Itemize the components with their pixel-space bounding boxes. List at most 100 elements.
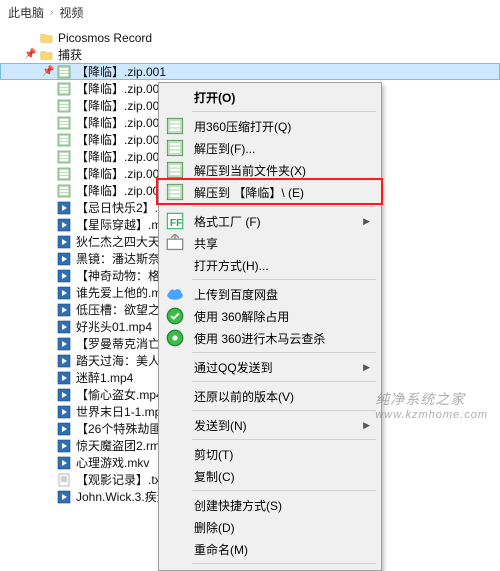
context-menu: 打开(O) 用360压缩打开(Q) 解压到(F)... 解压到当前文件夹(X) 解压到… (158, 82, 382, 571)
vid-icon (56, 269, 72, 283)
menu-item[interactable]: 重命名(M) (162, 538, 378, 560)
menu-item[interactable]: 解压到当前文件夹(X) (162, 159, 378, 181)
file-name: 【愉心盗女.mp4 (76, 386, 163, 403)
vid-icon (56, 235, 72, 249)
file-name: 心理游戏.mkv (76, 454, 149, 471)
folder-name: 捕获 (58, 46, 82, 63)
menu-item[interactable]: 发送到(N) (162, 414, 378, 436)
sh2-icon (166, 330, 184, 346)
zip-icon (56, 184, 72, 198)
menu-separator (192, 111, 376, 112)
chevron-right-icon: › (50, 7, 53, 18)
menu-item[interactable]: 还原以前的版本(V) (162, 385, 378, 407)
pin-icon: 📌 (42, 66, 52, 77)
menu-item-label: 共享 (194, 235, 218, 252)
zip-icon (56, 65, 72, 79)
watermark: 纯净系统之家 www.kzmhome.com (375, 389, 488, 421)
zip-icon (166, 162, 184, 178)
file-name: 好兆头01.mp4 (76, 318, 152, 335)
txt-icon (56, 473, 72, 487)
file-name: 【降临】.zip.007 (76, 165, 166, 182)
vid-icon (56, 422, 72, 436)
menu-item[interactable]: 使用 360解除占用 (162, 305, 378, 327)
folder-name: Picosmos Record (58, 31, 152, 45)
file-name: 【降临】.zip.004 (76, 114, 166, 131)
file-name: 迷醉1.mp4 (76, 369, 133, 386)
menu-item[interactable]: 剪切(T) (162, 443, 378, 465)
file-name: 【降临】.zip.006 (76, 148, 166, 165)
file-name: 【观影记录】.txt (76, 471, 164, 488)
menu-item[interactable]: 上传到百度网盘 (162, 283, 378, 305)
folder-icon (38, 48, 54, 62)
menu-open[interactable]: 打开(O) (162, 86, 378, 108)
share-icon (166, 235, 184, 251)
cloud-icon (166, 286, 184, 302)
zip-icon (56, 116, 72, 130)
menu-item-label: 剪切(T) (194, 446, 233, 463)
menu-item-label: 通过QQ发送到 (194, 359, 273, 376)
menu-item-label: 解压到当前文件夹(X) (194, 162, 306, 179)
menu-item-label: 使用 360进行木马云查杀 (194, 330, 325, 347)
vid-icon (56, 337, 72, 351)
file-row-selected[interactable]: 📌 【降临】.zip.001 (0, 63, 500, 80)
menu-item[interactable]: 通过QQ发送到 (162, 356, 378, 378)
menu-item[interactable]: 共享 (162, 232, 378, 254)
menu-item-label: 发送到(N) (194, 417, 247, 434)
zip-icon (56, 133, 72, 147)
menu-item-label: 打开方式(H)... (194, 257, 269, 274)
zip-icon (166, 184, 184, 200)
menu-separator (192, 439, 376, 440)
menu-item-label: 使用 360解除占用 (194, 308, 289, 325)
menu-item-label: 复制(C) (194, 468, 235, 485)
menu-item-label: 创建快捷方式(S) (194, 497, 282, 514)
menu-item[interactable]: 格式工厂 (F) (162, 210, 378, 232)
menu-item[interactable]: 打开方式(H)... (162, 254, 378, 276)
menu-separator (192, 279, 376, 280)
zip-icon (56, 150, 72, 164)
breadcrumb-root[interactable]: 此电脑 (8, 4, 44, 21)
folder-row[interactable]: 📌 捕获 (0, 46, 500, 63)
vid-icon (56, 439, 72, 453)
menu-separator (192, 206, 376, 207)
menu-item[interactable]: 解压到(F)... (162, 137, 378, 159)
vid-icon (56, 303, 72, 317)
vid-icon (56, 490, 72, 504)
menu-item[interactable]: 删除(D) (162, 516, 378, 538)
vid-icon (56, 388, 72, 402)
vid-icon (56, 252, 72, 266)
menu-item[interactable]: 解压到 【降临】\ (E) (162, 181, 378, 203)
zip-icon (56, 167, 72, 181)
menu-item-label: 删除(D) (194, 519, 235, 536)
menu-item[interactable]: 使用 360进行木马云查杀 (162, 327, 378, 349)
breadcrumb[interactable]: 此电脑 › 视频 (0, 0, 500, 25)
zip-icon (166, 140, 184, 156)
menu-separator (192, 490, 376, 491)
zip-icon (166, 118, 184, 134)
menu-item-label: 上传到百度网盘 (194, 286, 278, 303)
vid-icon (56, 456, 72, 470)
menu-item[interactable]: 复制(C) (162, 465, 378, 487)
folder-row[interactable]: Picosmos Record (0, 29, 500, 46)
pin-icon: 📌 (24, 49, 34, 60)
vid-icon (56, 218, 72, 232)
zip-icon (56, 82, 72, 96)
breadcrumb-folder[interactable]: 视频 (59, 4, 83, 21)
vid-icon (56, 320, 72, 334)
menu-item-label: 格式工厂 (F) (194, 213, 261, 230)
zip-icon (56, 99, 72, 113)
menu-item[interactable]: 用360压缩打开(Q) (162, 115, 378, 137)
menu-item[interactable]: 创建快捷方式(S) (162, 494, 378, 516)
file-name: 【降临】.zip.003 (76, 97, 166, 114)
ff-icon (166, 213, 184, 229)
vid-icon (56, 201, 72, 215)
menu-separator (192, 352, 376, 353)
vid-icon (56, 405, 72, 419)
file-name: 世界末日1-1.mp4 (76, 403, 168, 420)
file-name: 【降临】.zip.001 (76, 63, 166, 80)
sh1-icon (166, 308, 184, 324)
vid-icon (56, 354, 72, 368)
vid-icon (56, 286, 72, 300)
menu-item-label: 还原以前的版本(V) (194, 388, 294, 405)
menu-item-label: 解压到 【降临】\ (E) (194, 184, 304, 201)
menu-item-label: 解压到(F)... (194, 140, 255, 157)
